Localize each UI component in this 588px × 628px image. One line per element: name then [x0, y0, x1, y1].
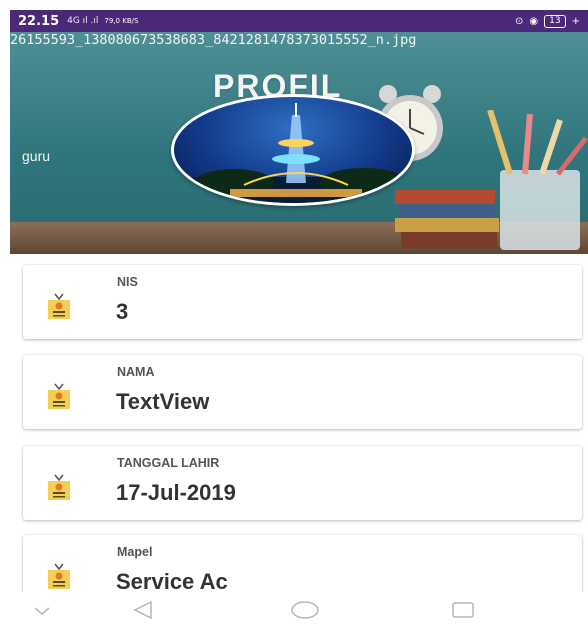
network-speed: 79,0 KB/S — [104, 16, 139, 25]
field-value: 17-Jul-2019 — [116, 480, 236, 505]
tower-night-image — [174, 103, 412, 203]
field-label: NIS — [117, 275, 138, 289]
system-nav-bar — [0, 592, 588, 628]
battery-level: 13 — [544, 14, 566, 28]
field-label: TANGGAL LAHIR — [117, 456, 220, 470]
status-bar: 22.15 4G ıl .ıl 79,0 KB/S ⊙ ◉ 13 + — [10, 10, 588, 32]
wifi-icon: ⊙ — [515, 15, 524, 27]
field-value: TextView — [116, 389, 210, 414]
chevron-down-icon[interactable] — [34, 606, 50, 616]
pencil-cup-decoration — [487, 110, 588, 250]
alarm-icon: ◉ — [529, 15, 539, 27]
field-label: Mapel — [117, 545, 153, 559]
id-badge-icon — [48, 563, 70, 589]
profile-photo[interactable] — [171, 94, 415, 206]
charging-icon: + — [571, 15, 580, 27]
image-filename: 26155593_138080673538683_842128147837301… — [10, 32, 417, 48]
field-card-mapel: Mapel Service Ac — [23, 535, 582, 595]
user-role: guru — [22, 148, 51, 164]
field-card-nama: NAMA TextView — [23, 355, 582, 429]
id-badge-icon — [48, 383, 70, 409]
field-card-tanggal-lahir: TANGGAL LAHIR 17-Jul-2019 — [23, 446, 582, 520]
field-value: 3 — [116, 299, 129, 324]
status-time: 22.15 — [18, 13, 60, 29]
signal-icon: 4G ıl .ıl — [67, 16, 99, 26]
field-card-nis: NIS 3 — [23, 265, 582, 339]
status-right: ⊙ ◉ 13 + — [515, 14, 580, 28]
field-label: NAMA — [117, 365, 155, 379]
id-badge-icon — [48, 293, 70, 319]
id-badge-icon — [48, 474, 70, 500]
home-circle-icon[interactable] — [290, 600, 320, 620]
recents-square-icon[interactable] — [451, 600, 475, 620]
back-triangle-icon[interactable] — [133, 600, 153, 620]
